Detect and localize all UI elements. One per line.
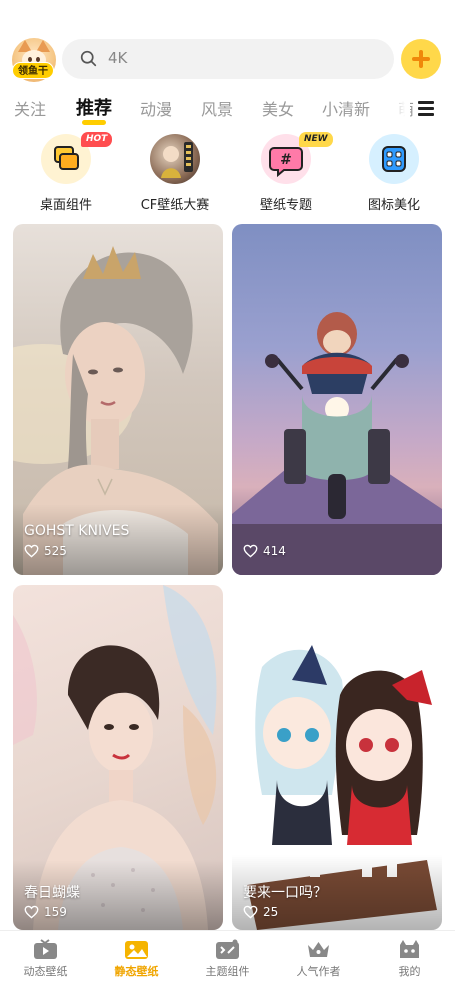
category-desktop-widget[interactable]: HOT 桌面组件 [11,132,121,216]
heart-icon [243,544,258,558]
likes-value: 25 [263,905,279,919]
likes-value: 159 [44,905,67,919]
search-bar[interactable]: 4K [62,39,394,79]
nav-popular-authors[interactable]: 人气作者 [273,937,364,981]
category-cf-contest[interactable]: CF壁纸大赛 [120,132,230,216]
wallpaper-card[interactable]: 要来一口吗？ 25 [232,585,442,930]
card-caption: 要来一口吗？ [243,885,327,901]
wallpaper-card[interactable]: GOHST KNIVES 525 [13,224,223,575]
search-icon [80,50,97,67]
tab-scenery[interactable]: 风景 [201,96,233,120]
tab-recommend[interactable]: 推荐 [76,94,112,120]
crown-icon [308,942,329,957]
likes-count[interactable]: 25 [243,905,278,919]
svg-text:#: # [280,152,292,168]
menu-icon[interactable] [418,101,434,116]
likes-count[interactable]: 525 [24,544,67,558]
active-tab-indicator [82,120,106,125]
category-label: 桌面组件 [39,198,92,213]
profile-icon [400,940,419,958]
top-bar: 4K [0,36,455,84]
likes-value: 414 [263,544,286,558]
search-placeholder: 4K [108,49,128,67]
tab-follow[interactable]: 关注 [14,96,46,120]
tab-beauty[interactable]: 美女 [262,96,294,120]
icon-beautify-icon [369,134,419,184]
heart-icon [243,905,258,919]
tab-anime[interactable]: 动漫 [140,96,172,120]
feature-categories: HOT 桌面组件 CF壁纸大赛 # NEW 壁纸专题 图标美化 [0,132,455,216]
nav-static-wallpaper[interactable]: 静态壁纸 [91,937,182,981]
category-wallpaper-topic[interactable]: # NEW 壁纸专题 [231,132,341,216]
nav-theme-widget[interactable]: 主题组件 [182,937,273,981]
avatar-badge: 领鱼干 [12,62,54,79]
wallpaper-image [13,585,223,930]
heart-icon [24,905,39,919]
tab-fresh[interactable]: 小清新 [322,96,370,120]
nav-label: 我的 [398,965,421,978]
likes-count[interactable]: 414 [243,544,286,558]
nav-profile[interactable]: 我的 [364,937,455,981]
nav-label: 静态壁纸 [114,965,159,978]
new-badge: NEW [299,132,333,147]
card-caption: 春日蝴蝶 [24,885,80,901]
hot-badge: HOT [81,132,113,147]
category-label: 壁纸专题 [259,198,312,213]
likes-value: 525 [44,544,67,558]
wallpaper-image [232,312,442,575]
card-caption: GOHST KNIVES [24,523,130,539]
static-wallpaper-icon [125,941,148,959]
wallpaper-card[interactable]: 春日蝴蝶 159 [13,585,223,930]
nav-dynamic-wallpaper[interactable]: 动态壁纸 [0,937,91,981]
tab-fade [386,92,410,128]
add-button[interactable] [401,39,441,79]
wallpaper-image [232,645,442,930]
cf-contest-icon [150,134,200,184]
theme-widget-icon [216,939,239,959]
dynamic-wallpaper-icon [34,939,57,959]
nav-label: 主题组件 [205,965,250,978]
category-icon-beautify[interactable]: 图标美化 [339,132,449,216]
bottom-navigation: 动态壁纸 静态壁纸 主题组件 人气作者 我的 [0,930,455,984]
category-label: CF壁纸大赛 [140,198,210,213]
nav-label: 动态壁纸 [23,965,68,978]
wallpaper-card[interactable]: 414 [232,224,442,575]
category-tabs: 关注 推荐 动漫 风景 美女 小清新 萌 [0,92,455,128]
likes-count[interactable]: 159 [24,905,67,919]
category-label: 图标美化 [367,198,420,213]
nav-label: 人气作者 [296,965,341,978]
heart-icon [24,544,39,558]
